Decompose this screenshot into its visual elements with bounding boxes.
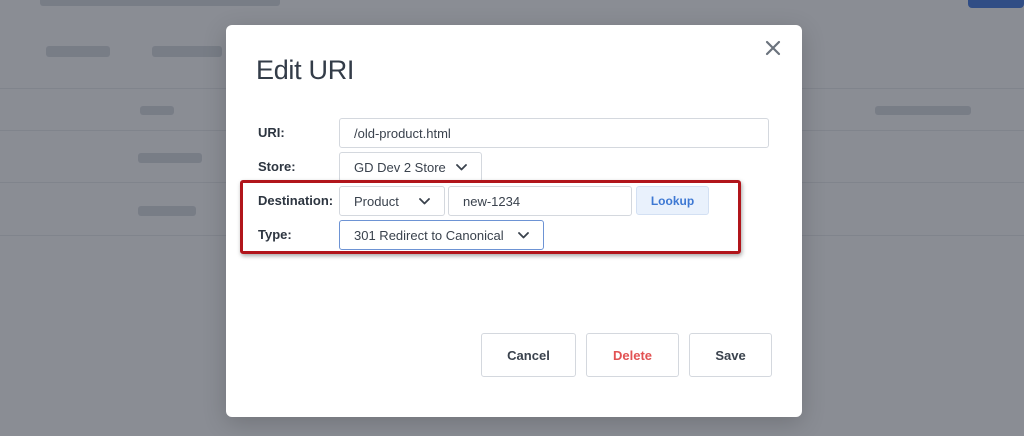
destination-type-select[interactable]: Product xyxy=(339,186,445,216)
store-label: Store: xyxy=(258,159,296,174)
uri-label: URI: xyxy=(258,125,285,140)
edit-uri-modal: Edit URI URI: Store: GD Dev 2 Store Dest… xyxy=(226,25,802,417)
save-button[interactable]: Save xyxy=(689,333,772,377)
store-select[interactable]: GD Dev 2 Store xyxy=(339,152,482,182)
destination-input[interactable] xyxy=(448,186,632,216)
destination-label: Destination: xyxy=(258,193,334,208)
chevron-down-icon xyxy=(518,231,529,239)
redirect-type-value: 301 Redirect to Canonical xyxy=(354,227,504,243)
redirect-type-select[interactable]: 301 Redirect to Canonical xyxy=(339,220,544,250)
delete-button[interactable]: Delete xyxy=(586,333,679,377)
chevron-down-icon xyxy=(419,197,430,205)
close-icon xyxy=(765,40,781,56)
type-label: Type: xyxy=(258,227,292,242)
lookup-button[interactable]: Lookup xyxy=(636,186,709,215)
destination-type-value: Product xyxy=(354,193,399,209)
cancel-button[interactable]: Cancel xyxy=(481,333,576,377)
close-button[interactable] xyxy=(762,37,784,59)
uri-input[interactable] xyxy=(339,118,769,148)
store-select-value: GD Dev 2 Store xyxy=(354,159,446,175)
modal-title: Edit URI xyxy=(256,55,355,85)
chevron-down-icon xyxy=(456,163,467,171)
